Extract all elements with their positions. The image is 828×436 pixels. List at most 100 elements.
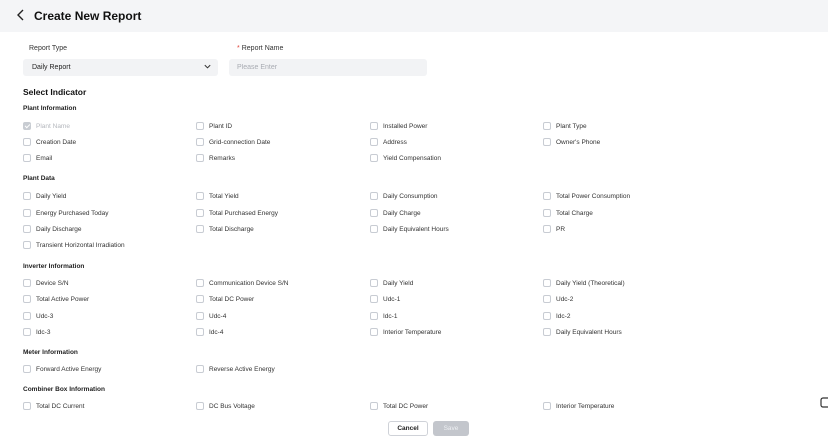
checkbox-box: [196, 295, 204, 303]
checkbox-label: Plant Type: [556, 122, 587, 130]
checkbox-box: [196, 279, 204, 287]
checkbox-box: [543, 138, 551, 146]
required-asterisk: *: [237, 45, 240, 52]
checkbox-label: Total Yield: [209, 192, 239, 200]
checkbox-yield-compensation[interactable]: Yield Compensation: [370, 153, 441, 163]
checkbox-reverse-active-energy[interactable]: Reverse Active Energy: [196, 364, 275, 374]
feedback-icon[interactable]: [820, 397, 828, 408]
checkbox-label: Remarks: [209, 154, 236, 162]
checkbox-box: [370, 192, 378, 200]
checkbox-label: Yield Compensation: [383, 154, 441, 162]
select-indicator-title: Select Indicator: [23, 87, 87, 97]
checkbox-daily-equivalent-hours[interactable]: Daily Equivalent Hours: [370, 224, 449, 234]
checkbox-communication-device-sn[interactable]: Communication Device S/N: [196, 278, 288, 288]
checkbox-daily-charge[interactable]: Daily Charge: [370, 208, 421, 218]
checkbox-total-power-consumption[interactable]: Total Power Consumption: [543, 191, 630, 201]
checkbox-label: Energy Purchased Today: [36, 209, 109, 217]
checkbox-label: Daily Yield (Theoretical): [556, 279, 625, 287]
checkbox-box: [370, 295, 378, 303]
checkbox-daily-yield[interactable]: Daily Yield: [23, 191, 66, 201]
checkbox-inverter-daily-yield[interactable]: Daily Yield: [370, 278, 413, 288]
chevron-down-icon: [204, 64, 211, 69]
checkbox-daily-consumption[interactable]: Daily Consumption: [370, 191, 438, 201]
checkbox-box: [196, 365, 204, 373]
checkbox-idc-3[interactable]: Idc-3: [23, 327, 50, 337]
checkbox-plant-name: Plant Name: [23, 121, 70, 131]
group-title-combiner-box-information: Combiner Box Information: [23, 386, 105, 393]
checkbox-label: Total Purchased Energy: [209, 209, 279, 217]
checkbox-box: [23, 312, 31, 320]
checkbox-label: Creation Date: [36, 138, 77, 146]
checkbox-udc-2[interactable]: Udc-2: [543, 294, 573, 304]
checkbox-box: [543, 209, 551, 217]
checkbox-total-active-power[interactable]: Total Active Power: [23, 294, 89, 304]
checkbox-box: [543, 192, 551, 200]
checkbox-inverter-interior-temperature[interactable]: Interior Temperature: [370, 327, 441, 337]
checkbox-grid-connection-date[interactable]: Grid-connection Date: [196, 137, 270, 147]
checkbox-label: Daily Equivalent Hours: [556, 328, 622, 336]
checkbox-label: Total Discharge: [209, 225, 254, 233]
checkbox-inverter-total-dc-power[interactable]: Total DC Power: [196, 294, 254, 304]
checkbox-plant-id[interactable]: Plant ID: [196, 121, 232, 131]
group-title-plant-data: Plant Data: [23, 175, 55, 182]
checkbox-label: DC Bus Voltage: [209, 402, 255, 410]
checkbox-owners-phone[interactable]: Owner's Phone: [543, 137, 600, 147]
checkbox-total-charge[interactable]: Total Charge: [543, 208, 593, 218]
checkbox-total-yield[interactable]: Total Yield: [196, 191, 239, 201]
checkbox-label: Udc-4: [209, 312, 227, 320]
checkbox-label: Udc-2: [556, 295, 574, 303]
report-name-input[interactable]: [229, 59, 427, 76]
checkbox-address[interactable]: Address: [370, 137, 407, 147]
checkbox-energy-purchased-today[interactable]: Energy Purchased Today: [23, 208, 109, 218]
cancel-button[interactable]: Cancel: [388, 421, 428, 436]
checkbox-combiner-total-dc-power[interactable]: Total DC Power: [370, 401, 428, 411]
page-title: Create New Report: [34, 9, 142, 23]
checkbox-label: Transient Horizontal Irradiation: [36, 241, 125, 249]
checkbox-label: Daily Discharge: [36, 225, 82, 233]
checkbox-udc-1[interactable]: Udc-1: [370, 294, 400, 304]
checkbox-label: Idc-2: [556, 312, 571, 320]
chevron-left-icon[interactable]: [16, 8, 30, 24]
checkbox-email[interactable]: Email: [23, 153, 52, 163]
checkbox-pr[interactable]: PR: [543, 224, 565, 234]
group-title-inverter-information: Inverter Information: [23, 263, 85, 270]
checkbox-label: Total DC Current: [36, 402, 85, 410]
checkbox-idc-4[interactable]: Idc-4: [196, 327, 223, 337]
checkbox-total-discharge[interactable]: Total Discharge: [196, 224, 254, 234]
checkbox-label: Plant Name: [36, 122, 70, 130]
save-button[interactable]: Save: [433, 421, 469, 436]
checkbox-udc-3[interactable]: Udc-3: [23, 311, 53, 321]
report-type-value: Daily Report: [32, 64, 71, 71]
checkbox-daily-discharge[interactable]: Daily Discharge: [23, 224, 82, 234]
checkbox-label: Idc-3: [36, 328, 51, 336]
checkbox-label: Interior Temperature: [556, 402, 615, 410]
checkbox-combiner-interior-temperature[interactable]: Interior Temperature: [543, 401, 614, 411]
checkbox-box: [370, 225, 378, 233]
checkbox-label: Total Charge: [556, 209, 593, 217]
checkbox-creation-date[interactable]: Creation Date: [23, 137, 76, 147]
checkbox-box: [370, 154, 378, 162]
checkbox-inverter-daily-equivalent-hours[interactable]: Daily Equivalent Hours: [543, 327, 622, 337]
checkbox-idc-2[interactable]: Idc-2: [543, 311, 570, 321]
checkbox-label: Reverse Active Energy: [209, 365, 275, 373]
checkbox-box: [23, 225, 31, 233]
checkbox-box: [196, 328, 204, 336]
report-type-select[interactable]: Daily Report: [23, 59, 218, 76]
checkbox-udc-4[interactable]: Udc-4: [196, 311, 226, 321]
checkbox-box: [196, 122, 204, 130]
checkbox-forward-active-energy[interactable]: Forward Active Energy: [23, 364, 101, 374]
checkbox-installed-power[interactable]: Installed Power: [370, 121, 427, 131]
checkbox-daily-yield-theoretical[interactable]: Daily Yield (Theoretical): [543, 278, 625, 288]
checkbox-remarks[interactable]: Remarks: [196, 153, 235, 163]
checkbox-device-sn[interactable]: Device S/N: [23, 278, 69, 288]
checkbox-idc-1[interactable]: Idc-1: [370, 311, 397, 321]
checkbox-total-dc-current[interactable]: Total DC Current: [23, 401, 84, 411]
checkbox-transient-horizontal-irradiation[interactable]: Transient Horizontal Irradiation: [23, 240, 125, 250]
checkbox-box: [23, 241, 31, 249]
checkbox-plant-type[interactable]: Plant Type: [543, 121, 587, 131]
checkbox-box: [196, 225, 204, 233]
checkbox-dc-bus-voltage[interactable]: DC Bus Voltage: [196, 401, 255, 411]
checkbox-box: [23, 279, 31, 287]
checkbox-total-purchased-energy[interactable]: Total Purchased Energy: [196, 208, 278, 218]
group-title-meter-information: Meter Information: [23, 349, 78, 356]
